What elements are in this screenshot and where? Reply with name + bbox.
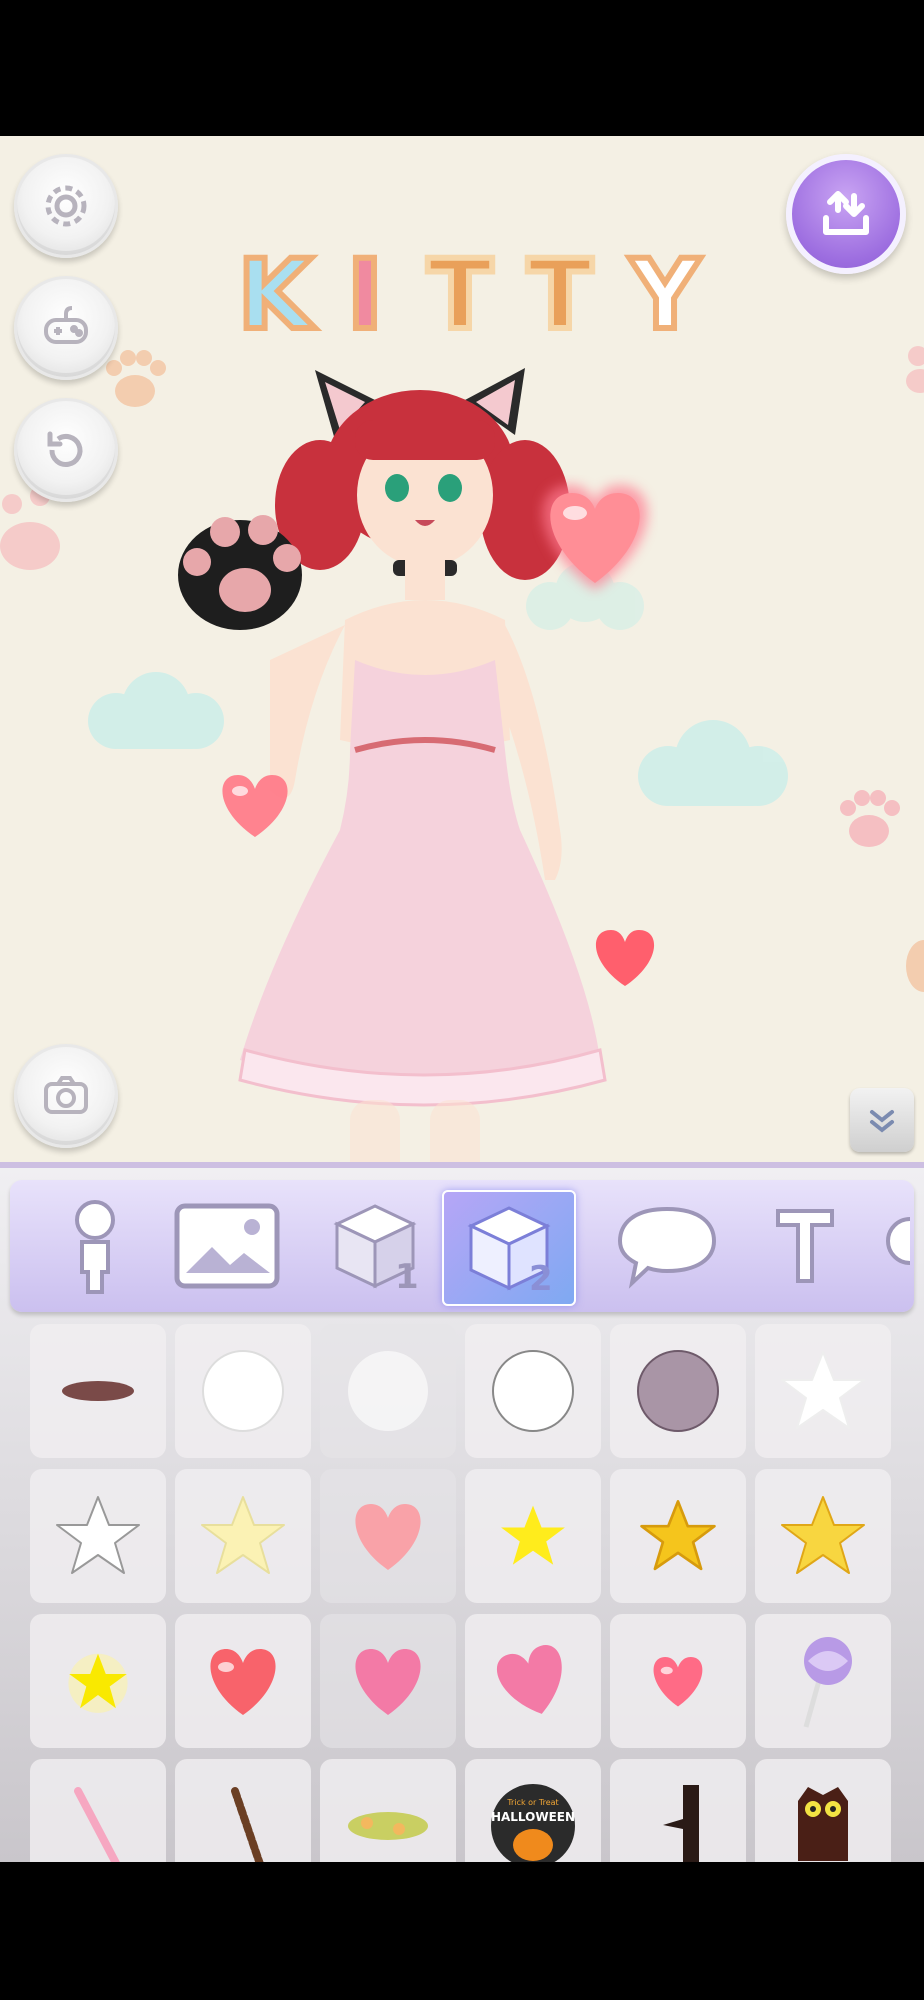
svg-text:1: 1 — [395, 1257, 419, 1296]
upload-icon — [823, 191, 869, 235]
item-glowing-heart[interactable] — [610, 1614, 746, 1748]
item-white-star-outlined[interactable] — [30, 1469, 166, 1603]
halloween-badge-line2: HALLOWEEN — [491, 1810, 575, 1824]
image-icon — [174, 1203, 280, 1289]
tab-background[interactable] — [162, 1190, 292, 1302]
kitty-title: K I T T Y — [235, 236, 704, 348]
owl-icon — [798, 1787, 848, 1861]
title-letter-i: I — [347, 239, 383, 348]
item-gray-circle[interactable] — [610, 1324, 746, 1458]
paw-print-decoration — [906, 346, 924, 393]
status-bar-area — [0, 0, 924, 136]
item-white-star[interactable] — [755, 1324, 891, 1458]
person-icon — [75, 1200, 115, 1294]
white-star-outlined-icon — [56, 1496, 140, 1574]
gear-icon — [45, 185, 87, 227]
item-gold-star[interactable] — [610, 1469, 746, 1603]
tab-text[interactable] — [740, 1190, 870, 1302]
navigation-bar-area — [0, 1862, 924, 2000]
title-letter-y: Y — [629, 239, 701, 348]
white-star-icon — [781, 1351, 865, 1429]
paw-print-decoration — [906, 940, 924, 992]
item-white-circle[interactable] — [175, 1324, 311, 1458]
cube-icon: 1 — [333, 1204, 419, 1296]
svg-text:2: 2 — [529, 1259, 553, 1298]
white-circle-icon — [202, 1350, 284, 1432]
chevron-down-icon — [870, 1110, 894, 1133]
item-red-heart[interactable] — [175, 1614, 311, 1748]
reset-button[interactable] — [14, 398, 118, 502]
tab-items-1[interactable]: 1 — [310, 1190, 440, 1302]
item-lollipop[interactable] — [755, 1614, 891, 1748]
item-white-circle-outline[interactable] — [465, 1324, 601, 1458]
item-white-circle-faded[interactable] — [320, 1324, 456, 1458]
settings-button[interactable] — [14, 154, 118, 258]
flower-garland-icon — [348, 1812, 428, 1840]
cat-paw-item — [178, 515, 302, 630]
tab-speech-bubble[interactable] — [602, 1190, 732, 1302]
collapse-panel-button[interactable] — [850, 1088, 914, 1152]
tab-more[interactable] — [870, 1190, 914, 1302]
halloween-badge-line1: Trick or Treat — [506, 1798, 558, 1807]
shadow-ellipse-icon — [62, 1381, 134, 1401]
item-yellow-star[interactable] — [465, 1469, 601, 1603]
item-shadow-ellipse[interactable] — [30, 1324, 166, 1458]
glowing-star-icon — [68, 1653, 128, 1713]
pale-yellow-star-icon — [201, 1496, 285, 1574]
glowing-heart-sticker — [542, 485, 648, 590]
pink-heart-large-icon — [355, 1649, 421, 1715]
white-circle-outline-icon — [492, 1350, 574, 1432]
cube-icon: 2 — [467, 1206, 553, 1298]
chocolate-pocky-icon — [231, 1787, 265, 1871]
item-gold-star-large[interactable] — [755, 1469, 891, 1603]
tree-branch-icon — [663, 1785, 699, 1869]
yellow-star-icon — [501, 1505, 565, 1565]
item-pink-heart[interactable] — [320, 1469, 456, 1603]
pink-heart-icon — [355, 1504, 421, 1570]
gold-star-large-icon — [781, 1496, 865, 1574]
speech-bubble-icon — [617, 1206, 717, 1289]
red-heart-sticker — [595, 930, 655, 986]
pink-pocky-icon — [74, 1787, 122, 1871]
camera-button[interactable] — [14, 1044, 118, 1148]
pink-heart-tilted-icon — [496, 1645, 562, 1714]
category-tab-bar: 1 2 — [10, 1180, 914, 1312]
text-icon — [776, 1209, 834, 1283]
camera-icon — [44, 1076, 88, 1114]
small-heart-sticker — [222, 775, 288, 837]
item-pink-heart-tilted[interactable] — [465, 1614, 601, 1748]
title-letter-t1: T — [427, 239, 492, 348]
game-button[interactable] — [14, 276, 118, 380]
title-letter-t2: T — [527, 239, 592, 348]
lollipop-icon — [803, 1637, 852, 1728]
gold-star-icon — [640, 1500, 716, 1571]
tab-character[interactable] — [30, 1190, 160, 1302]
title-letter-k: K — [238, 239, 316, 348]
halloween-badge-icon: Trick or Treat HALLOWEEN — [491, 1784, 575, 1868]
gray-circle-icon — [637, 1350, 719, 1432]
tab-items-2[interactable]: 2 — [442, 1190, 576, 1306]
red-heart-icon — [210, 1649, 276, 1715]
reset-icon — [47, 431, 83, 467]
glowing-heart-icon — [653, 1657, 703, 1707]
paw-print-decoration — [840, 790, 900, 847]
gamepad-icon — [44, 306, 88, 344]
item-pale-yellow-star[interactable] — [175, 1469, 311, 1603]
upload-button[interactable] — [786, 154, 906, 274]
item-pink-heart-large[interactable] — [320, 1614, 456, 1748]
white-circle-faded-icon — [348, 1351, 428, 1431]
item-glowing-star[interactable] — [30, 1614, 166, 1748]
partial-tab-icon — [886, 1217, 910, 1265]
